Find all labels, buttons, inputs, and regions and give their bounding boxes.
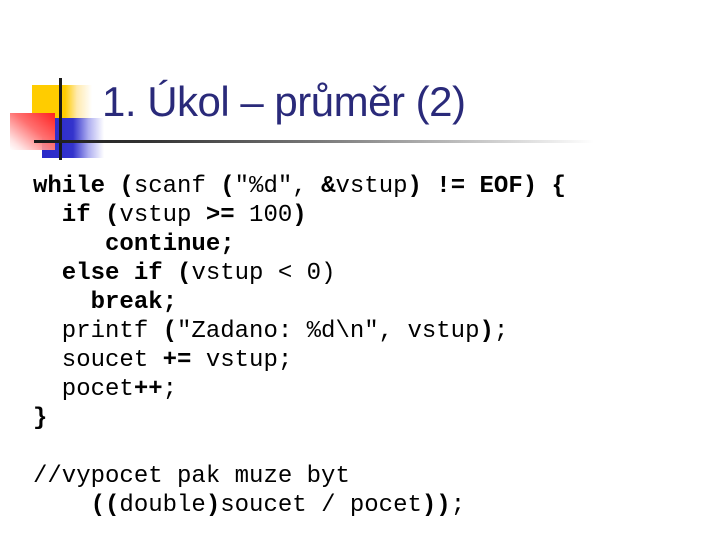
code-line: pocet++; bbox=[33, 375, 566, 404]
code-token: //vypocet pak muze byt bbox=[33, 463, 350, 490]
code-token: ( bbox=[220, 173, 235, 200]
code-token: & bbox=[321, 173, 336, 200]
code-line: while (scanf ("%d", &vstup) != EOF) { bbox=[33, 172, 566, 201]
code-token: ++ bbox=[133, 376, 163, 403]
code-token: 0) bbox=[292, 260, 336, 287]
code-token: >= bbox=[205, 202, 235, 229]
code-line: continue; bbox=[33, 230, 566, 259]
code-token: vstup bbox=[335, 173, 408, 200]
code-token: vstup bbox=[119, 202, 206, 229]
code-token: continue; bbox=[33, 231, 235, 258]
decor-vertical-rule bbox=[59, 78, 62, 160]
code-token: ) != EOF) { bbox=[407, 173, 566, 200]
code-token: 100 bbox=[234, 202, 293, 229]
code-token: if ( bbox=[33, 202, 120, 229]
code-token: ( bbox=[162, 318, 178, 345]
code-token: else if ( bbox=[33, 260, 192, 287]
decor-red-square bbox=[10, 113, 55, 150]
code-token: printf bbox=[33, 318, 163, 345]
code-line: break; bbox=[33, 288, 566, 317]
title-underline-rule bbox=[34, 140, 594, 143]
code-token: ; bbox=[493, 318, 509, 345]
code-token: break; bbox=[33, 289, 178, 316]
code-line: } bbox=[33, 404, 566, 433]
code-token: scanf bbox=[133, 173, 221, 200]
code-block: while (scanf ("%d", &vstup) != EOF) { if… bbox=[33, 172, 566, 520]
code-token: )) bbox=[421, 492, 451, 519]
code-token: ; bbox=[450, 492, 466, 519]
code-line: else if (vstup < 0) bbox=[33, 259, 566, 288]
code-token: ) bbox=[292, 202, 307, 229]
code-token: vstup bbox=[191, 260, 278, 287]
code-token: (( bbox=[33, 492, 120, 519]
code-token: += bbox=[162, 347, 192, 374]
code-token: while ( bbox=[33, 173, 134, 200]
code-line: if (vstup >= 100) bbox=[33, 201, 566, 230]
slide-title: 1. Úkol – průměr (2) bbox=[102, 78, 466, 125]
code-comment-line: //vypocet pak muze byt bbox=[33, 462, 566, 491]
code-token: < bbox=[277, 260, 293, 287]
code-token: ) bbox=[205, 492, 221, 519]
code-token: soucet bbox=[33, 347, 163, 374]
code-token: soucet / pocet bbox=[220, 492, 422, 519]
code-token: } bbox=[33, 405, 48, 432]
code-token: ) bbox=[479, 318, 494, 345]
code-token: "%d", bbox=[234, 173, 322, 200]
code-line: soucet += vstup; bbox=[33, 346, 566, 375]
code-token: "Zadano: %d\n", vstup bbox=[177, 318, 480, 345]
code-token: double bbox=[119, 492, 206, 519]
code-token: pocet bbox=[33, 376, 134, 403]
code-token: vstup; bbox=[191, 347, 293, 374]
code-line: ((double)soucet / pocet)); bbox=[33, 491, 566, 520]
code-token: ; bbox=[162, 376, 178, 403]
code-line: printf ("Zadano: %d\n", vstup); bbox=[33, 317, 566, 346]
